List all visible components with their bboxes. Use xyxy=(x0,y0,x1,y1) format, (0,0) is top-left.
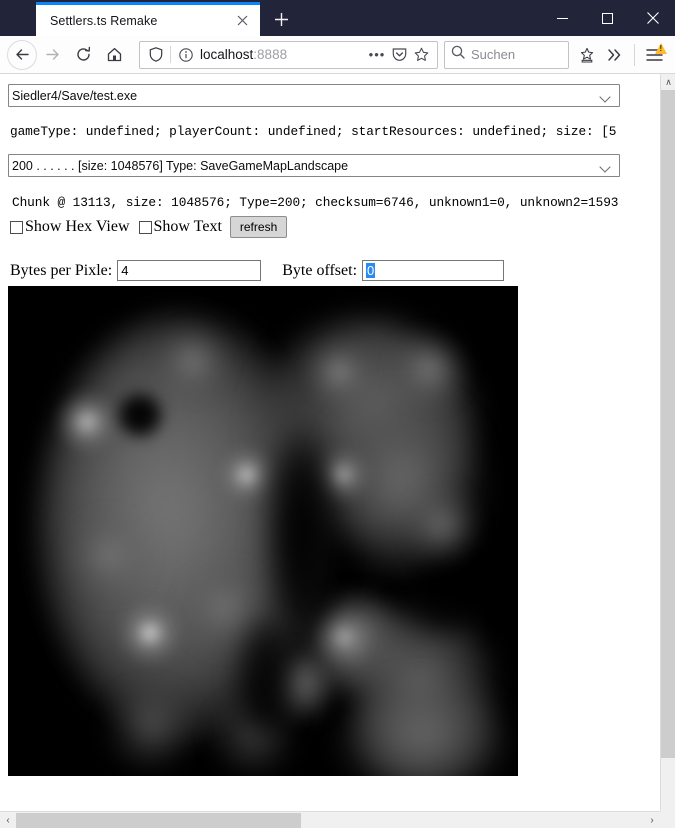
show-text-label[interactable]: Show Text xyxy=(138,218,222,236)
bytes-per-pixel-label: Bytes per Pixle: xyxy=(10,261,113,279)
tab-close-icon[interactable] xyxy=(232,11,252,31)
url-port: :8888 xyxy=(253,47,288,62)
url-text: localhost:8888 xyxy=(194,47,366,62)
page-info-icon[interactable] xyxy=(177,47,194,62)
horizontal-scrollbar-track[interactable] xyxy=(16,812,644,828)
vertical-scrollbar[interactable]: ∧ xyxy=(660,74,675,828)
new-tab-button[interactable] xyxy=(264,2,298,36)
update-warning-badge-icon xyxy=(655,42,667,54)
library-star-icon[interactable] xyxy=(573,40,601,70)
byte-offset-input[interactable] xyxy=(362,260,505,281)
search-bar[interactable]: Suchen xyxy=(444,40,569,69)
back-icon[interactable] xyxy=(7,39,37,70)
view-controls-row: Show Hex View Show Text refresh xyxy=(10,216,652,238)
tab-strip: Settlers.ts Remake xyxy=(0,0,675,36)
toolbar-divider xyxy=(634,43,635,66)
url-host: localhost xyxy=(200,47,254,62)
map-landscape-render[interactable] xyxy=(8,286,518,776)
forward-icon[interactable] xyxy=(37,40,68,70)
file-select-row: Siedler4/Save/test.exe xyxy=(8,84,652,107)
reload-icon[interactable] xyxy=(68,40,99,70)
search-placeholder: Suchen xyxy=(471,47,516,62)
show-hex-view-label[interactable]: Show Hex View xyxy=(10,218,130,236)
tracking-protection-shield-icon[interactable] xyxy=(147,47,164,62)
show-hex-view-text: Show Hex View xyxy=(25,218,130,235)
tab-settlers-ts-remake[interactable]: Settlers.ts Remake xyxy=(36,2,260,36)
page-actions-ellipsis-icon[interactable]: ••• xyxy=(366,47,388,62)
window-controls xyxy=(540,0,675,36)
horizontal-scrollbar-thumb[interactable] xyxy=(16,812,301,828)
content-viewport: Siedler4/Save/test.exe gameType: undefin… xyxy=(0,74,675,828)
game-info-line: gameType: undefined; playerCount: undefi… xyxy=(10,124,617,139)
overflow-chevrons-icon[interactable] xyxy=(601,40,629,70)
bookmark-star-icon[interactable] xyxy=(410,47,432,62)
byte-offset-wrapper: 0 xyxy=(362,260,505,281)
navigation-toolbar: localhost:8888 ••• Suchen xyxy=(0,36,675,74)
url-divider xyxy=(170,46,171,63)
scroll-right-arrow-icon[interactable]: › xyxy=(644,812,660,828)
maximize-button[interactable] xyxy=(585,0,630,36)
search-icon xyxy=(451,45,465,64)
pocket-icon[interactable] xyxy=(388,47,410,62)
byte-offset-label: Byte offset: xyxy=(282,261,358,279)
vertical-scrollbar-thumb[interactable] xyxy=(661,90,675,758)
show-text-text: Show Text xyxy=(153,218,222,235)
chunk-select-row: 200 . . . . . . [size: 1048576] Type: Sa… xyxy=(8,154,652,177)
chunk-select-wrapper: 200 . . . . . . [size: 1048576] Type: Sa… xyxy=(8,154,620,177)
scroll-left-arrow-icon[interactable]: ‹ xyxy=(0,812,16,828)
file-select-wrapper: Siedler4/Save/test.exe xyxy=(8,84,620,107)
hamburger-menu-icon[interactable] xyxy=(640,40,668,70)
chunk-select[interactable]: 200 . . . . . . [size: 1048576] Type: Sa… xyxy=(8,154,620,177)
show-hex-view-checkbox[interactable] xyxy=(10,220,23,234)
refresh-button[interactable]: refresh xyxy=(229,216,288,238)
terrain-blobs xyxy=(8,286,518,776)
show-text-checkbox[interactable] xyxy=(138,220,152,234)
horizontal-scrollbar[interactable]: ‹ › xyxy=(0,811,660,828)
page-content: Siedler4/Save/test.exe gameType: undefin… xyxy=(0,74,660,776)
file-select[interactable]: Siedler4/Save/test.exe xyxy=(8,84,620,107)
tab-title: Settlers.ts Remake xyxy=(50,13,158,28)
pixel-fields-row: Bytes per Pixle: Byte offset: 0 xyxy=(10,260,652,281)
bytes-per-pixel-input[interactable] xyxy=(117,260,262,281)
browser-window: Settlers.ts Remake localhost:8888 ••• Su… xyxy=(0,0,675,828)
home-icon[interactable] xyxy=(99,40,130,70)
chunk-info-line: Chunk @ 13113, size: 1048576; Type=200; … xyxy=(12,195,619,210)
minimize-button[interactable] xyxy=(540,0,585,36)
scrollbar-corner xyxy=(660,811,675,828)
scroll-up-arrow-icon[interactable]: ∧ xyxy=(661,74,675,90)
close-button[interactable] xyxy=(630,0,675,36)
address-bar[interactable]: localhost:8888 ••• xyxy=(139,40,438,69)
